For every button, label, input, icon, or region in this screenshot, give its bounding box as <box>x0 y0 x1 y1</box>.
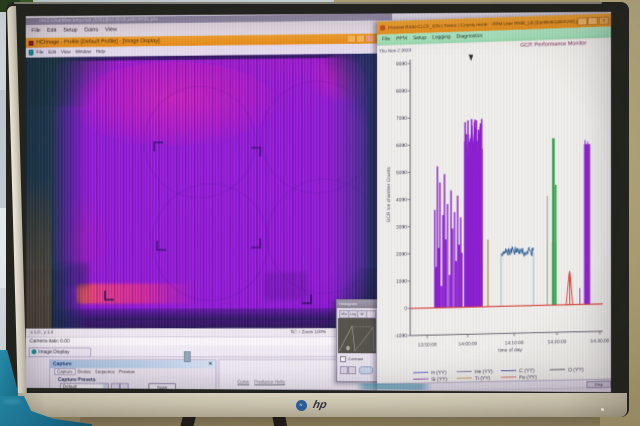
svg-text:7000: 7000 <box>396 116 407 122</box>
svg-text:13:50:00: 13:50:00 <box>418 342 437 348</box>
svg-text:4000: 4000 <box>396 197 407 203</box>
svg-text:9000: 9000 <box>396 61 407 67</box>
svg-text:He (YY): He (YY) <box>475 369 493 375</box>
svg-text:6000: 6000 <box>396 143 407 149</box>
svg-text:14:10:00: 14:10:00 <box>505 340 524 347</box>
svg-text:8000: 8000 <box>396 88 407 94</box>
svg-text:5000: 5000 <box>396 170 407 176</box>
svg-text:14:00:00: 14:00:00 <box>458 341 477 348</box>
svg-text:GCR Ion chamber Counts: GCR Ion chamber Counts <box>386 166 392 222</box>
svg-text:1000: 1000 <box>396 279 407 285</box>
svg-text:14:20:00: 14:20:00 <box>547 339 566 346</box>
svg-text:0: 0 <box>404 306 407 312</box>
svg-text:3000: 3000 <box>396 224 407 230</box>
svg-text:O (YY): O (YY) <box>568 367 584 373</box>
svg-text:H (YY): H (YY) <box>431 370 446 376</box>
svg-text:C (YY): C (YY) <box>519 368 535 374</box>
svg-text:2000: 2000 <box>396 252 407 258</box>
svg-text:time of day: time of day <box>498 347 522 354</box>
svg-text:-1000: -1000 <box>394 333 407 339</box>
svg-text:14:30:00: 14:30:00 <box>590 338 609 345</box>
